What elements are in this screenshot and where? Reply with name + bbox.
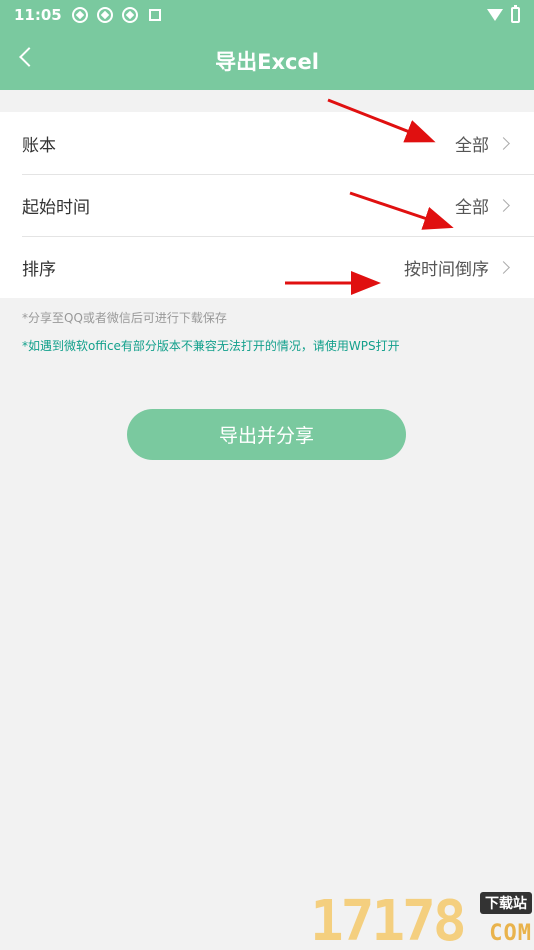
status-right [487,5,520,23]
start-time-label: 起始时间 [22,197,90,218]
ledger-row[interactable]: 账本 全部 [0,112,534,174]
sort-label: 排序 [22,259,56,280]
share-note: *分享至QQ或者微信后可进行下载保存 [22,311,227,325]
status-time: 11:05 [14,6,62,24]
notification-icon [96,7,113,23]
chevron-right-icon [497,198,510,212]
app-header: 导出Excel [0,30,534,90]
page-title: 导出Excel [215,50,319,74]
notification-icon [71,7,88,23]
ledger-label: 账本 [22,135,56,156]
notification-icon [121,7,138,23]
status-bar: 11:05 [0,0,534,30]
wifi-icon [487,9,503,21]
ledger-value: 全部 [455,135,489,156]
site-watermark: 17178 下载站 COM [310,888,534,950]
sort-value: 按时间倒序 [404,259,489,280]
chevron-right-icon [497,136,510,150]
export-options-list: 账本 全部 起始时间 全部 排序 按时间倒序 [0,112,534,298]
battery-icon [511,5,520,23]
chevron-right-icon [497,260,510,274]
watermark-digits: 17178 [310,889,467,950]
watermark-suffix: COM [489,921,532,946]
export-share-button[interactable]: 导出并分享 [127,409,406,460]
sort-row[interactable]: 排序 按时间倒序 [0,236,534,298]
watermark-badge: 下载站 [480,892,532,914]
start-time-row[interactable]: 起始时间 全部 [0,174,534,236]
compat-note: *如遇到微软office有部分版本不兼容无法打开的情况，请使用WPS打开 [22,339,400,353]
app-notification-icon [148,9,161,21]
start-time-value: 全部 [455,197,489,218]
